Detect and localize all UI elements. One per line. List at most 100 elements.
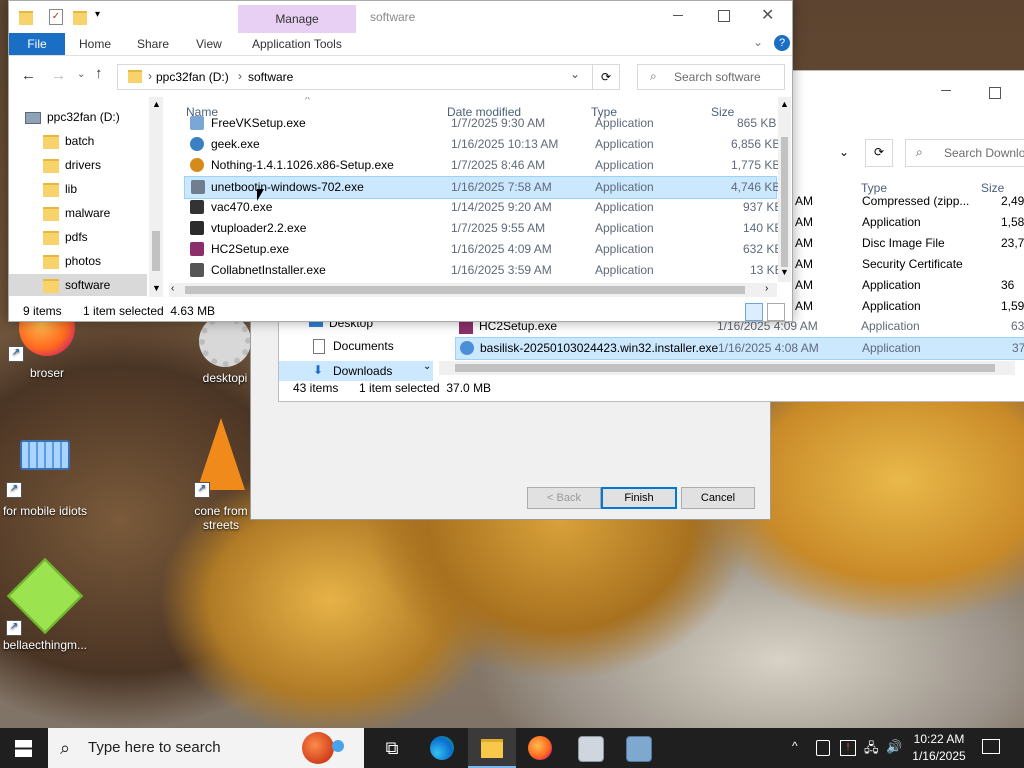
breadcrumb-separator-icon: › — [148, 69, 152, 83]
status-bar: 9 items 1 item selected 4.63 MB — [9, 301, 792, 321]
tab-file[interactable]: File — [9, 33, 65, 55]
table-row[interactable]: HC2Setup.exe 1/16/2025 4:09 AM Applicati… — [184, 239, 778, 260]
refresh-button[interactable]: ⟳ — [865, 139, 893, 167]
list-item[interactable]: AM Application 36 — [795, 275, 1024, 296]
network-icon[interactable]: 🖧 — [864, 739, 879, 761]
search-icon: ⌕ — [650, 69, 657, 83]
tray-overflow-icon[interactable]: ^ — [792, 739, 798, 753]
search-input[interactable]: ⌕ Search Downlo — [905, 139, 1024, 167]
sidebar-item-drive[interactable]: ppc32fan (D:) — [25, 106, 155, 128]
tab-share[interactable]: Share — [137, 33, 169, 55]
folder-icon — [43, 230, 59, 245]
close-button[interactable]: ✕ — [761, 5, 774, 25]
dropdown-chevron-icon[interactable]: ⌄ — [839, 145, 849, 159]
list-item[interactable]: AM Compressed (zipp... 2,49 — [795, 191, 1024, 212]
task-view-icon[interactable]: ⧉ — [380, 736, 404, 760]
maximize-button[interactable] — [989, 87, 1001, 99]
taskbar-search-input[interactable]: ⌕ Type here to search — [48, 728, 364, 768]
tab-manage[interactable]: Manage — [238, 5, 356, 33]
qat-dropdown-icon[interactable]: ▾ — [95, 9, 100, 20]
edge-icon[interactable] — [430, 736, 454, 760]
setup-wizard-taskbar-icon[interactable] — [578, 736, 604, 762]
table-row[interactable]: vtuploader2.2.exe 1/7/2025 9:55 AM Appli… — [184, 218, 778, 239]
start-button[interactable] — [0, 728, 48, 768]
nav-scrollbar[interactable]: ▲ ▼ — [149, 97, 163, 297]
minimize-button[interactable] — [941, 83, 961, 97]
help-icon[interactable]: ? — [774, 35, 790, 51]
tab-home[interactable]: Home — [79, 33, 111, 55]
breadcrumb-drive[interactable]: ppc32fan (D:) — [156, 70, 229, 84]
refresh-button[interactable]: ⟳ — [592, 64, 620, 90]
up-arrow-icon[interactable]: ↑ — [95, 65, 103, 82]
address-bar[interactable]: › ppc32fan (D:) › software ⌄ — [117, 64, 593, 90]
tab-view[interactable]: View — [196, 33, 222, 55]
folder-icon — [43, 206, 59, 221]
minimize-button[interactable] — [673, 15, 683, 16]
table-row[interactable]: FreeVKSetup.exe 1/7/2025 9:30 AM Applica… — [184, 113, 776, 134]
table-row[interactable]: geek.exe 1/16/2025 10:13 AM Application … — [184, 134, 778, 155]
tab-application-tools[interactable]: Application Tools — [252, 33, 342, 55]
clock-time: 10:22 AM — [913, 732, 965, 746]
scroll-down-icon: ▼ — [152, 283, 161, 293]
file-list-vertical-scrollbar[interactable]: ▲ ▼ — [778, 97, 791, 282]
table-row[interactable]: CollabnetInstaller.exe 1/16/2025 3:59 AM… — [184, 260, 778, 281]
sidebar-item-software[interactable]: software — [9, 274, 147, 296]
tray-app-icon[interactable] — [816, 740, 830, 756]
folder-icon — [43, 278, 59, 293]
list-item[interactable]: AM Disc Image File 23,70 — [795, 233, 1024, 254]
status-selection: 1 item selected 4.63 MB — [83, 304, 216, 318]
firefox-icon[interactable] — [528, 736, 552, 760]
clock-date: 1/16/2025 — [912, 749, 966, 763]
address-dropdown-icon[interactable]: ⌄ — [570, 67, 580, 81]
scroll-up-icon: ▲ — [152, 99, 161, 109]
maximize-button[interactable] — [718, 10, 730, 22]
window-title: software — [370, 10, 416, 24]
details-view-icon[interactable] — [745, 303, 763, 321]
desktop-icon-bellaecthingm[interactable]: ↗ bellaecthingm... — [0, 557, 90, 652]
desktop-icon-for-mobile-idiots[interactable]: ↗ for mobile idiots — [0, 440, 90, 518]
file-list-horizontal-scrollbar[interactable]: ‹ › — [169, 283, 777, 297]
search-icon: ⌕ — [916, 145, 923, 159]
search-icon: ⌕ — [60, 738, 71, 758]
vlc-cone-icon — [197, 418, 245, 490]
horizontal-scrollbar[interactable] — [439, 361, 1015, 375]
breadcrumb-folder[interactable]: software — [248, 70, 293, 84]
list-item[interactable]: AM Security Certificate — [795, 254, 1024, 275]
basilisk-icon — [460, 341, 474, 355]
search-input[interactable]: ⌕ Search software — [637, 64, 785, 90]
sidebar-item-downloads[interactable]: ⬇ Downloads — [279, 361, 433, 381]
recent-dropdown-icon[interactable]: ⌄ — [77, 69, 85, 80]
cancel-button[interactable]: Cancel — [681, 487, 755, 509]
drive-icon — [25, 111, 41, 124]
nav-scroll-down-icon[interactable]: ⌄ — [423, 361, 431, 372]
defender-warning-icon[interactable]: ! — [840, 740, 856, 756]
list-item[interactable]: AM Application 1,59 — [795, 296, 1024, 317]
properties-icon[interactable]: ✓ — [49, 9, 63, 25]
table-row[interactable]: vac470.exe 1/14/2025 9:20 AM Application… — [184, 197, 778, 218]
search-placeholder: Search Downlo — [944, 146, 1024, 160]
clock[interactable]: 10:22 AM 1/16/2025 — [910, 731, 968, 765]
status-item-count: 9 items — [23, 304, 62, 318]
ribbon-expand-icon[interactable]: ⌄ — [753, 35, 763, 49]
sidebar-item-documents[interactable]: Documents — [313, 339, 394, 355]
forward-arrow-icon[interactable]: → — [51, 67, 66, 84]
folder-icon — [128, 70, 142, 83]
back-button[interactable]: < Back — [527, 487, 601, 509]
finish-button[interactable]: Finish — [601, 487, 677, 509]
table-row-selected[interactable]: basilisk-20250103024423.win32.installer.… — [455, 337, 1024, 360]
software-explorer-window: ✓ ▾ Manage software ✕ File Home Share Vi… — [8, 0, 793, 322]
shortcut-arrow-icon: ↗ — [8, 346, 24, 362]
back-arrow-icon[interactable]: ← — [21, 67, 36, 84]
installer-taskbar-icon[interactable] — [626, 736, 652, 762]
table-row[interactable]: Nothing-1.4.1.1026.x86-Setup.exe 1/7/202… — [184, 155, 778, 176]
volume-icon[interactable]: 🔊 — [886, 739, 902, 755]
winrar-icon — [190, 242, 204, 256]
list-item[interactable]: AM Application 1,58 — [795, 212, 1024, 233]
shortcut-arrow-icon: ↗ — [194, 482, 210, 498]
large-icons-view-icon[interactable] — [767, 303, 785, 321]
notifications-icon[interactable] — [982, 739, 1000, 754]
table-row-selected[interactable]: unetbootin-windows-702.exe 1/16/2025 7:5… — [184, 176, 778, 199]
new-folder-icon[interactable] — [73, 11, 87, 25]
file-explorer-taskbar-button[interactable] — [468, 728, 516, 768]
scroll-down-icon: ▼ — [780, 267, 789, 277]
